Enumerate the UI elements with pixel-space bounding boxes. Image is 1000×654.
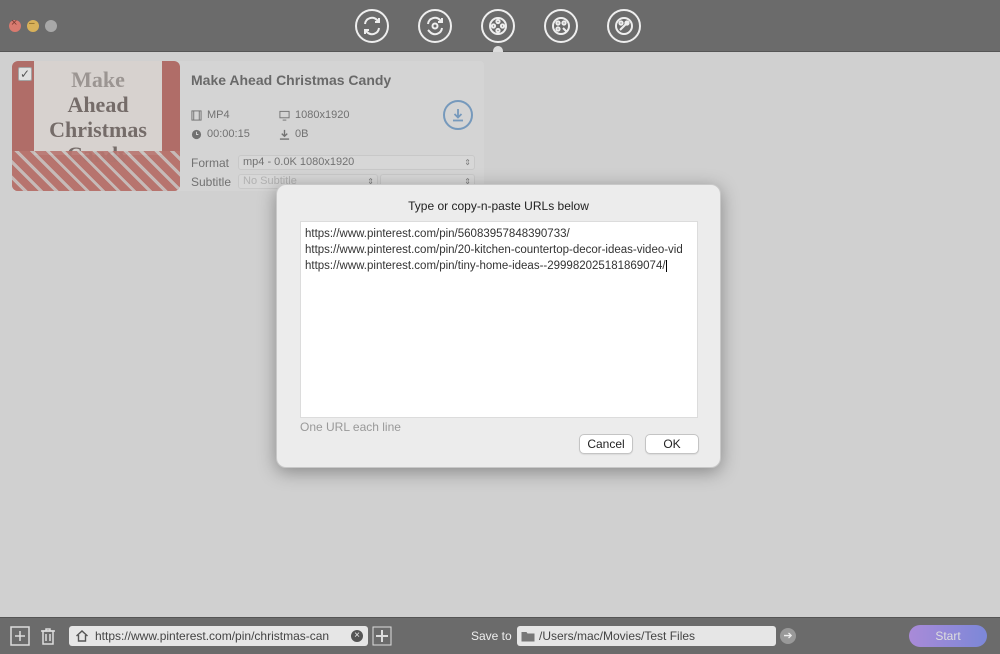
urls-hint: One URL each line [300, 420, 401, 434]
ok-button[interactable]: OK [645, 434, 699, 454]
close-window-button[interactable] [9, 17, 21, 32]
bottom-bar: https://www.pinterest.com/pin/christmas-… [0, 617, 1000, 654]
text-caret [665, 259, 667, 272]
save-path-field[interactable]: /Users/mac/Movies/Test Files [517, 626, 776, 646]
folder-icon [521, 632, 535, 642]
dialog-title: Type or copy-n-paste URLs below [408, 199, 589, 213]
save-path-value: /Users/mac/Movies/Test Files [539, 629, 696, 643]
clear-url-icon[interactable]: × [351, 630, 363, 642]
url-input[interactable]: https://www.pinterest.com/pin/christmas-… [69, 626, 368, 646]
refresh-convert-icon [427, 16, 443, 36]
url-line: https://www.pinterest.com/pin/20-kitchen… [305, 244, 683, 256]
cancel-button[interactable]: Cancel [579, 434, 633, 454]
title-bar [0, 0, 1000, 52]
url-line: https://www.pinterest.com/pin/tiny-home-… [305, 258, 693, 274]
add-icon[interactable] [10, 626, 30, 646]
download-tool-button[interactable] [481, 9, 515, 43]
convert-tool-button[interactable] [355, 9, 389, 43]
urls-textarea[interactable]: https://www.pinterest.com/pin/5608395784… [300, 221, 698, 418]
maximize-window-button[interactable] [45, 20, 57, 32]
refresh-convert-tool-button[interactable] [418, 9, 452, 43]
url-line-text: https://www.pinterest.com/pin/tiny-home-… [305, 260, 666, 272]
open-folder-arrow-icon[interactable]: ➔ [780, 628, 796, 644]
url-line: https://www.pinterest.com/pin/5608395784… [305, 228, 570, 240]
minimize-window-button[interactable] [27, 18, 39, 32]
effects-tool-button[interactable] [607, 9, 641, 43]
effects-film-icon [615, 17, 633, 35]
save-to-label: Save to [471, 629, 512, 643]
edit-film-icon [552, 17, 570, 35]
edit-tool-button[interactable] [544, 9, 578, 43]
download-film-icon [489, 17, 507, 35]
convert-icon [364, 16, 380, 36]
trash-icon[interactable] [38, 626, 58, 646]
active-tool-indicator [493, 46, 503, 52]
start-button[interactable]: Start [909, 625, 987, 647]
paste-urls-dialog: Type or copy-n-paste URLs below https://… [276, 184, 721, 468]
add-url-icon[interactable] [372, 626, 392, 646]
home-icon[interactable] [75, 629, 89, 643]
url-input-value: https://www.pinterest.com/pin/christmas-… [95, 629, 330, 643]
